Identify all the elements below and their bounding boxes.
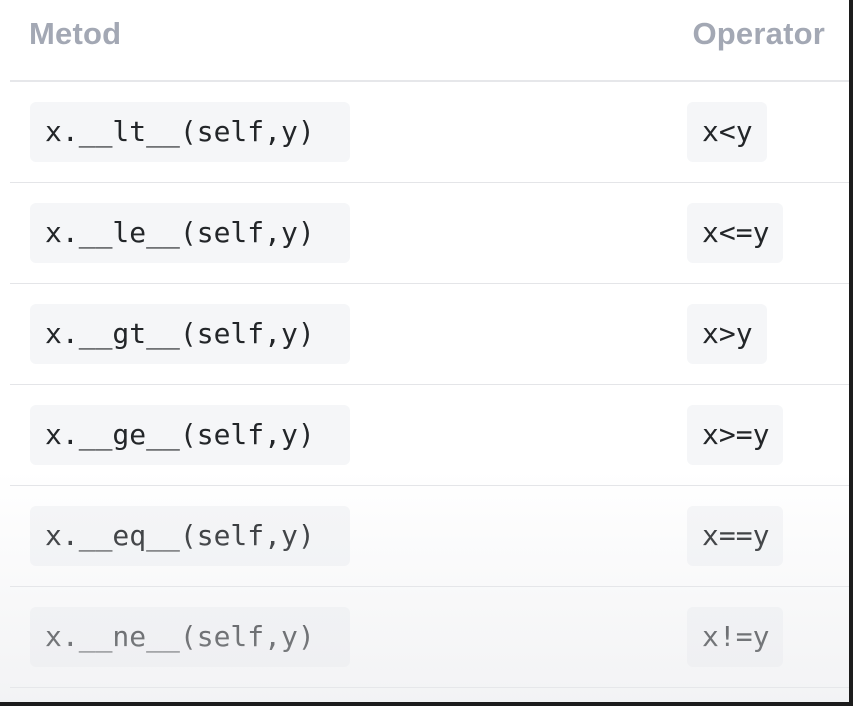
header-method: Metod (29, 16, 122, 51)
table-header: Metod Operator (10, 0, 849, 82)
table-row: x.__eq__(self,y) x==y (10, 486, 849, 587)
method-code: x.__gt__(self,y) (30, 304, 350, 364)
operator-code: x>=y (687, 405, 784, 465)
operator-code: x<=y (687, 203, 784, 263)
operator-code: x==y (687, 506, 784, 566)
table-row: x.__ge__(self,y) x>=y (10, 385, 849, 486)
method-code: x.__ne__(self,y) (30, 607, 350, 667)
method-code: x.__lt__(self,y) (30, 102, 350, 162)
method-code: x.__le__(self,y) (30, 203, 350, 263)
table-row: x.__lt__(self,y) x<y (10, 82, 849, 183)
operator-code: x!=y (687, 607, 784, 667)
operator-code: x<y (687, 102, 767, 162)
method-code: x.__eq__(self,y) (30, 506, 350, 566)
table-frame: Metod Operator x.__lt__(self,y) x<y x.__… (0, 0, 853, 706)
comparison-operator-table: Metod Operator x.__lt__(self,y) x<y x.__… (10, 0, 849, 688)
table-row: x.__le__(self,y) x<=y (10, 183, 849, 284)
table-row: x.__gt__(self,y) x>y (10, 284, 849, 385)
table-row: x.__ne__(self,y) x!=y (10, 587, 849, 688)
method-code: x.__ge__(self,y) (30, 405, 350, 465)
operator-code: x>y (687, 304, 767, 364)
header-operator: Operator (692, 16, 825, 51)
